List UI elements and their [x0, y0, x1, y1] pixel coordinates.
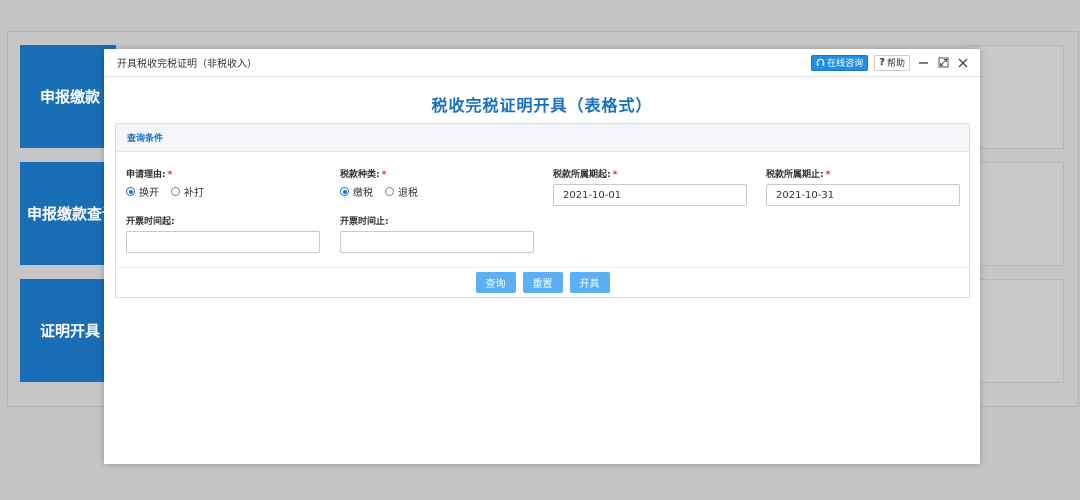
maximize-icon [938, 57, 948, 68]
tile-label: 申报缴款查询 [27, 205, 116, 223]
maximize-button[interactable] [936, 56, 950, 70]
tax-type-label-text: 税款种类: [340, 170, 380, 180]
period-start-label-text: 税款所属期起: [553, 170, 611, 180]
period-end-label-text: 税款所属期止: [766, 170, 824, 180]
radio-label: 缴税 [353, 188, 373, 199]
radio-checked-icon[interactable] [126, 187, 135, 196]
issue-end-field: 开票时间止: [340, 214, 534, 253]
period-end-field: 税款所属期止: * [766, 167, 960, 206]
radio-checked-icon[interactable] [340, 187, 349, 196]
radio-label: 换开 [139, 188, 159, 199]
page-title: 税收完税证明开具（表格式） [431, 96, 653, 115]
tile-certificate-issue[interactable]: 证明开具 [20, 279, 116, 382]
tile-label: 证明开具 [40, 322, 101, 340]
close-icon [958, 58, 968, 67]
headset-icon [816, 58, 825, 66]
tax-type-option-pay[interactable]: 缴税 [340, 184, 373, 199]
query-conditions-panel: 查询条件 申请理由: * 换开 补打 税款种类: * 缴税 退税 税款所属期起:… [115, 123, 970, 298]
required-mark: * [381, 170, 387, 180]
query-button[interactable]: 查询 [475, 272, 516, 293]
tax-type-option-refund[interactable]: 退税 [385, 184, 418, 199]
reason-radio-group: 换开 补打 [126, 184, 320, 199]
online-consult-label: 在线咨询 [827, 59, 864, 69]
period-start-input[interactable] [553, 184, 747, 206]
issue-start-label: 开票时间起: [126, 217, 175, 227]
header-tools: 在线咨询 ? 帮助 [811, 54, 970, 71]
tax-type-label: 税款种类: * [340, 167, 534, 180]
reset-button[interactable]: 重置 [522, 272, 563, 293]
tile-declare-pay-query[interactable]: 申报缴款查询 [20, 162, 116, 265]
dialog-header: 开具税收完税证明（非税收入） 在线咨询 ? 帮助 [104, 49, 980, 77]
reason-label-text: 申请理由: [126, 170, 166, 180]
radio-unchecked-icon[interactable] [385, 187, 394, 196]
issue-end-label: 开票时间止: [340, 217, 389, 227]
reason-label: 申请理由: * [126, 167, 320, 180]
reason-option-reissue[interactable]: 换开 [126, 184, 159, 199]
minimize-button[interactable] [916, 56, 930, 70]
action-bar: 查询 重置 开具 [116, 267, 969, 297]
period-start-label: 税款所属期起: * [553, 167, 747, 180]
issue-start-input[interactable] [126, 231, 320, 253]
background-top-bar [0, 0, 1080, 8]
radio-label: 退税 [398, 188, 418, 199]
query-form: 申请理由: * 换开 补打 税款种类: * 缴税 退税 税款所属期起: * 20… [116, 152, 969, 268]
question-icon: ? [879, 57, 885, 68]
certificate-dialog: 开具税收完税证明（非税收入） 在线咨询 ? 帮助 税收完税证明开具（表格式） 查… [104, 49, 980, 464]
required-mark: * [612, 170, 618, 180]
help-label: 帮助 [886, 59, 905, 69]
period-start-field: 税款所属期起: * [553, 167, 747, 206]
dialog-title: 开具税收完税证明（非税收入） [117, 59, 257, 70]
period-end-label: 税款所属期止: * [766, 167, 960, 180]
close-button[interactable] [956, 56, 970, 70]
reason-field: 申请理由: * 换开 补打 [126, 167, 320, 199]
tax-type-field: 税款种类: * 缴税 退税 [340, 167, 534, 199]
tax-type-radio-group: 缴税 退税 [340, 184, 534, 199]
help-button[interactable]: ? 帮助 [874, 54, 910, 71]
radio-unchecked-icon[interactable] [171, 187, 180, 196]
issue-button[interactable]: 开具 [569, 272, 610, 293]
period-end-input[interactable] [766, 184, 960, 206]
panel-title: 查询条件 [116, 124, 969, 152]
required-mark: * [825, 170, 831, 180]
issue-end-input[interactable] [340, 231, 534, 253]
online-consult-button[interactable]: 在线咨询 [811, 54, 869, 71]
tile-declare-pay[interactable]: 申报缴款 [20, 45, 116, 148]
minimize-icon [918, 62, 928, 64]
reason-option-reprint[interactable]: 补打 [171, 184, 204, 199]
issue-start-field: 开票时间起: [126, 214, 320, 253]
required-mark: * [167, 170, 173, 180]
tile-label: 申报缴款 [40, 88, 101, 106]
radio-label: 补打 [184, 188, 204, 199]
